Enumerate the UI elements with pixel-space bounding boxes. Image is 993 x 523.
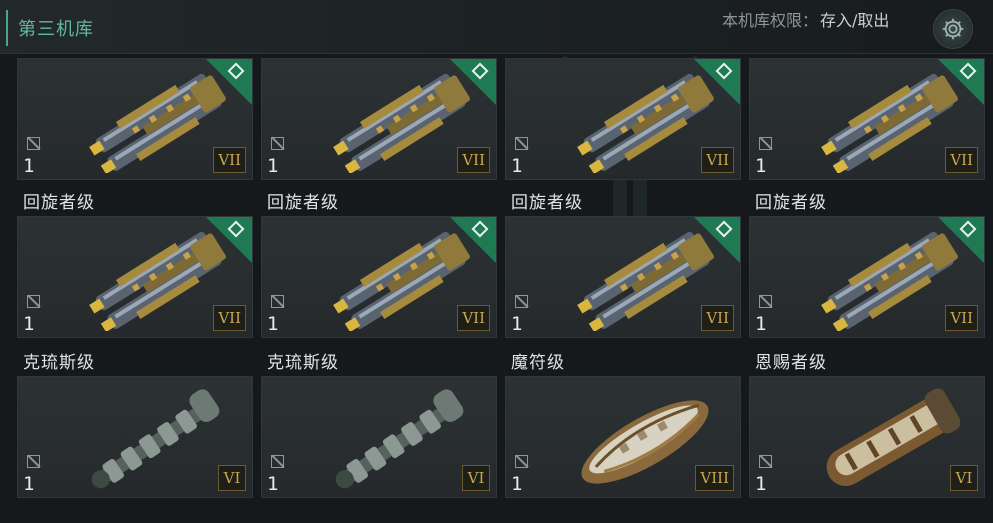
ship-quantity: 1: [755, 473, 767, 495]
ship-name: 恩赐者级: [755, 353, 827, 373]
status-corner-badge: [938, 217, 984, 263]
ship-name: 克琉斯级: [267, 353, 339, 373]
ship-grid: 回旋者级 1 VII 回旋者级: [0, 0, 993, 523]
restricted-icon: [759, 137, 772, 150]
ship-card-panel: 1 VII: [505, 58, 741, 180]
ship-name: 克琉斯级: [23, 353, 95, 373]
restricted-icon: [27, 137, 40, 150]
ship-card[interactable]: 回旋者级 1 VII: [261, 180, 497, 340]
ship-model-pod: [581, 400, 709, 484]
settings-button[interactable]: [933, 9, 973, 49]
restricted-icon: [271, 137, 284, 150]
ship-card-panel: 1 VI: [749, 376, 985, 498]
ship-quantity: 1: [23, 313, 35, 335]
ship-card-panel: 1 VII: [17, 216, 253, 338]
ship-card-panel: 1 VI: [17, 376, 253, 498]
tier-badge: VII: [701, 305, 734, 331]
ship-name: 魔符级: [511, 353, 565, 373]
tier-badge: VII: [701, 147, 734, 173]
ship-card-panel: 1 VII: [261, 58, 497, 180]
ship-card[interactable]: 回旋者级 1 VII: [749, 180, 985, 340]
ship-model-segmented: [91, 389, 220, 489]
restricted-icon: [271, 455, 284, 468]
hangar-header: 第三机库 本机库权限： 存入/取出: [0, 0, 993, 54]
ship-card[interactable]: 魔符级 1 VIII: [505, 340, 741, 500]
ship-card-panel: 1 VI: [261, 376, 497, 498]
tier-badge: VII: [945, 147, 978, 173]
permission-text: 本机库权限： 存入/取出: [722, 7, 889, 31]
ship-card[interactable]: 克琉斯级 1 VI: [17, 340, 253, 500]
status-corner-badge: [450, 217, 496, 263]
status-corner-badge: [450, 59, 496, 105]
ship-card-panel: 1 VII: [17, 58, 253, 180]
restricted-icon: [27, 295, 40, 308]
restricted-icon: [515, 455, 528, 468]
restricted-icon: [515, 137, 528, 150]
tier-badge: VIII: [695, 465, 734, 491]
ship-name: 回旋者级: [511, 193, 583, 213]
ship-model-segmented: [335, 389, 464, 489]
ship-card-panel: 1 VII: [505, 216, 741, 338]
ship-quantity: 1: [511, 155, 523, 177]
ship-quantity: 1: [23, 155, 35, 177]
tier-badge: VII: [457, 147, 490, 173]
tier-badge: VII: [213, 147, 246, 173]
restricted-icon: [515, 295, 528, 308]
ship-card-panel: 1 VIII: [505, 376, 741, 498]
tier-badge: VI: [218, 465, 246, 491]
permission-label: 本机库权限：: [722, 11, 819, 30]
ship-card-panel: 1 VII: [749, 216, 985, 338]
ship-name: 回旋者级: [23, 193, 95, 213]
ship-quantity: 1: [755, 313, 767, 335]
restricted-icon: [759, 295, 772, 308]
ship-quantity: 1: [267, 155, 279, 177]
status-corner-badge: [938, 59, 984, 105]
ship-card[interactable]: 克琉斯级 1 VI: [261, 340, 497, 500]
status-corner-badge: [694, 217, 740, 263]
ship-quantity: 1: [267, 313, 279, 335]
ship-model-capsule: [826, 388, 960, 486]
tier-badge: VII: [945, 305, 978, 331]
ship-quantity: 1: [23, 473, 35, 495]
permission-value: 存入/取出: [820, 11, 890, 30]
tier-badge: VI: [950, 465, 978, 491]
ship-quantity: 1: [511, 473, 523, 495]
status-corner-badge: [694, 59, 740, 105]
ship-card[interactable]: 回旋者级 1 VII: [505, 180, 741, 340]
ship-card[interactable]: 恩赐者级 1 VI: [749, 340, 985, 500]
restricted-icon: [27, 455, 40, 468]
restricted-icon: [759, 455, 772, 468]
status-corner-badge: [206, 59, 252, 105]
gear-icon: [942, 18, 964, 40]
tier-badge: VII: [213, 305, 246, 331]
ship-quantity: 1: [267, 473, 279, 495]
tier-badge: VII: [457, 305, 490, 331]
ship-card-panel: 1 VII: [261, 216, 497, 338]
status-corner-badge: [206, 217, 252, 263]
ship-name: 回旋者级: [267, 193, 339, 213]
title-accent-bar: [6, 10, 8, 46]
restricted-icon: [271, 295, 284, 308]
ship-quantity: 1: [755, 155, 767, 177]
page-title: 第三机库: [18, 19, 94, 40]
ship-card[interactable]: 回旋者级 1 VII: [17, 180, 253, 340]
tier-badge: VI: [462, 465, 490, 491]
ship-card-panel: 1 VII: [749, 58, 985, 180]
ship-name: 回旋者级: [755, 193, 827, 213]
ship-quantity: 1: [511, 313, 523, 335]
